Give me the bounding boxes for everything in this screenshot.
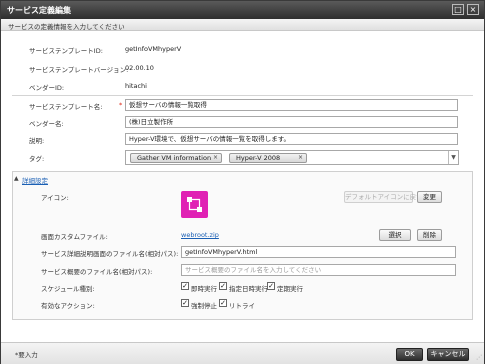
description-label: 説明: — [29, 137, 45, 145]
version-value: 02.00.10 — [125, 64, 154, 72]
vendor-name-input[interactable]: (株)日立製作所 — [125, 116, 458, 128]
version-label: サービステンプレートバージョン: — [29, 66, 129, 74]
ok-button[interactable]: OK — [396, 348, 423, 361]
select-button[interactable]: 選択 — [379, 229, 411, 241]
template-name-label: サービステンプレート名: — [29, 103, 103, 111]
summary-file-input[interactable]: サービス概要のファイル名を入力してください — [181, 264, 456, 276]
service-icon — [181, 191, 208, 218]
description-input[interactable]: Hyper-V環境で、仮想サーバの情報一覧を取得します。 — [125, 133, 458, 145]
tag-chip: Gather VM information × — [130, 153, 222, 163]
schedule-immediate-label: 即時実行 — [191, 285, 217, 293]
tag-label: タグ: — [29, 155, 45, 163]
resize-grip-icon[interactable]: ⋰ — [476, 354, 482, 361]
vendor-id-value: hitachi — [125, 82, 147, 90]
template-name-input[interactable]: 仮想サーバの情報一覧取得 — [125, 99, 458, 111]
tag-dropdown-icon[interactable]: ▼ — [448, 151, 458, 164]
cancel-button[interactable]: キャンセル — [427, 348, 469, 361]
maximize-button[interactable]: □ — [452, 4, 464, 15]
action-force-stop-label: 強制停止 — [191, 302, 217, 310]
schedule-immediate-checkbox[interactable]: ✓ — [181, 282, 189, 290]
default-icon-button[interactable]: デフォルトアイコンに戻す — [344, 191, 423, 203]
collapse-arrow-icon[interactable]: ▲ — [14, 175, 19, 182]
custom-file-label: 画面カスタムファイル: — [41, 233, 108, 241]
detail-file-input[interactable]: getInfoVMhyperV.html — [181, 246, 456, 258]
schedule-datetime-label: 指定日時実行 — [229, 285, 268, 293]
dialog-subtitle-bar: サービスの定義情報を入力してください — [1, 19, 484, 31]
summary-file-label: サービス概要のファイル名(相対パス): — [41, 268, 153, 276]
tag-chip-label: Hyper-V 2008 — [236, 154, 281, 162]
title-bar: サービス定義編集 □ × — [1, 1, 484, 19]
dialog-subtitle: サービスの定義情報を入力してください — [8, 23, 125, 31]
action-retry-label: リトライ — [229, 302, 255, 310]
vendor-id-label: ベンダーID: — [29, 84, 65, 92]
required-note: *要入力 — [15, 351, 38, 359]
divider — [12, 95, 473, 96]
action-retry-checkbox[interactable]: ✓ — [219, 299, 227, 307]
required-mark: * — [119, 101, 123, 109]
schedule-datetime-checkbox[interactable]: ✓ — [219, 282, 227, 290]
action-label: 有効なアクション: — [41, 302, 95, 310]
vendor-name-label: ベンダー名: — [29, 120, 64, 128]
tag-remove-icon[interactable]: × — [213, 154, 218, 162]
icon-label: アイコン: — [41, 194, 69, 202]
change-icon-button[interactable]: 変更 — [417, 191, 442, 203]
template-id-value: getInfoVMhyperV — [125, 45, 182, 53]
tag-chip: Hyper-V 2008 × — [229, 153, 307, 163]
advanced-settings-toggle[interactable]: 詳細設定 — [22, 175, 48, 185]
flow-icon — [187, 197, 202, 212]
tag-input[interactable]: Gather VM information × Hyper-V 2008 × ▼ — [125, 150, 459, 165]
dialog-title: サービス定義編集 — [7, 6, 71, 15]
delete-button[interactable]: 削除 — [417, 229, 442, 241]
template-id-label: サービステンプレートID: — [29, 47, 103, 55]
tag-remove-icon[interactable]: × — [298, 154, 303, 162]
schedule-periodic-label: 定期実行 — [277, 285, 303, 293]
schedule-periodic-checkbox[interactable]: ✓ — [267, 282, 275, 290]
tag-chip-label: Gather VM information — [137, 154, 212, 162]
custom-file-link[interactable]: webroot.zip — [181, 231, 219, 239]
action-force-stop-checkbox[interactable]: ✓ — [181, 299, 189, 307]
service-definition-dialog: サービス定義編集 □ × サービスの定義情報を入力してください サービステンプレ… — [0, 0, 485, 364]
close-button[interactable]: × — [467, 4, 479, 15]
detail-file-label: サービス詳細説明画面のファイル名(相対パス): — [41, 250, 179, 258]
schedule-label: スケジュール種別: — [41, 285, 95, 293]
